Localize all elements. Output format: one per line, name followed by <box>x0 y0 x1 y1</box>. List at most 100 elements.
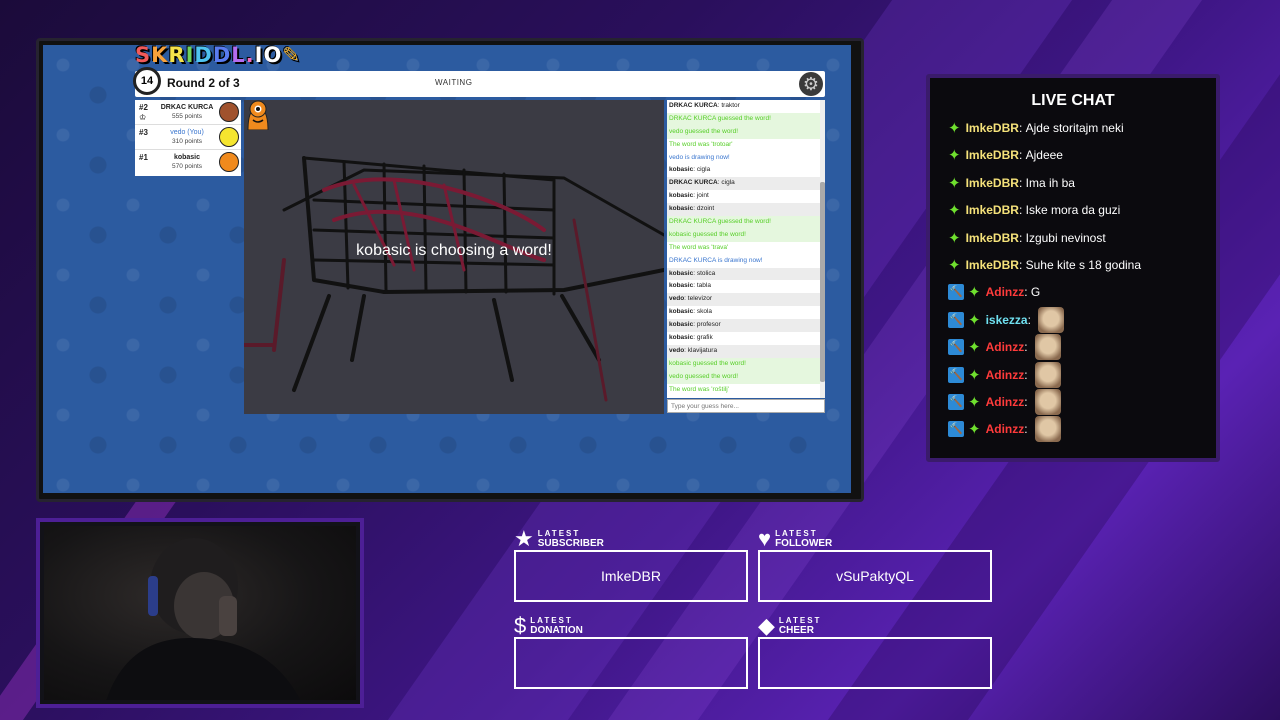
player-name: DRKAC KURCA <box>160 104 214 111</box>
drawing-canvas[interactable]: kobasic is choosing a word! <box>244 100 664 414</box>
sparkle-badge-icon: ✦ <box>968 339 981 357</box>
info-label-top: LATEST <box>537 529 581 538</box>
dollar-icon: $ <box>514 613 527 638</box>
chat-user: kobasic <box>669 205 694 213</box>
chat-text: stolica <box>696 269 716 277</box>
guess-input[interactable] <box>667 399 825 413</box>
chat-message: kobasic: joint <box>669 192 709 200</box>
chat-user: DRKAC KURCA <box>669 179 718 187</box>
live-chat-colon: : <box>1018 258 1026 272</box>
chat-message: kobasic: cigla <box>669 166 711 174</box>
chat-text: DRKAC KURCA is drawing now! <box>669 256 763 264</box>
live-chat-user: ImkeDBR <box>965 175 1019 190</box>
chat-text: cigla <box>721 179 735 187</box>
skribbl-logo: SKRIDDL.IO✎ <box>135 43 301 67</box>
sparkle-badge-icon: ✦ <box>968 421 981 439</box>
live-chat-text: Ajdeee <box>1025 148 1063 163</box>
live-chat-colon: : <box>1024 340 1031 355</box>
heart-icon: ♥ <box>758 526 772 551</box>
live-chat-text: Iske mora da guzi <box>1025 203 1121 218</box>
drawer-avatar <box>247 100 269 130</box>
live-chat-message: 🔨 ✦ Adinzz: <box>948 334 1061 361</box>
player-name: kobasic <box>173 154 201 161</box>
chat-text: tabla <box>696 282 711 290</box>
diamond-icon: ◆ <box>758 613 775 638</box>
chat-text: cigla <box>696 166 711 174</box>
live-chat-message: ✦ ImkeDBR: Ima ih ba <box>948 173 1075 193</box>
chat-user: kobasic <box>669 334 694 342</box>
game-chat[interactable]: DRKAC KURCA: traktor DRKAC KURCA guessed… <box>667 100 825 398</box>
game-chat-list: DRKAC KURCA: traktor DRKAC KURCA guessed… <box>667 100 825 397</box>
live-chat-colon: : <box>1018 230 1026 245</box>
live-chat-colon: : <box>1024 285 1031 300</box>
emote-icon <box>1038 306 1065 333</box>
chat-user: kobasic <box>669 282 694 290</box>
chat-message: kobasic: grafik <box>669 334 713 342</box>
live-chat-user: Adinzz <box>985 395 1025 409</box>
player-points: 570 points <box>172 163 202 170</box>
pencil-icon: ✎ <box>282 43 301 67</box>
live-chat-text: Izgubi nevinost <box>1025 230 1106 245</box>
info-label: SUBSCRIBER <box>537 538 604 549</box>
sparkle-badge-icon: ✦ <box>968 311 981 329</box>
sparkle-badge-icon: ✦ <box>948 147 961 165</box>
live-chat-message: ✦ ImkeDBR: Ajde storitajm neki <box>948 118 1124 138</box>
sparkle-badge-icon: ✦ <box>948 202 961 220</box>
chat-message: kobasic: dzoint <box>667 203 825 217</box>
chat-text: klavijatura <box>687 346 718 354</box>
emote-icon <box>1034 389 1061 415</box>
chat-scrollbar[interactable] <box>820 100 825 398</box>
chat-user: kobasic <box>669 192 694 200</box>
player-avatar <box>219 152 239 172</box>
chat-message: kobasic: stolica <box>667 267 825 281</box>
chat-message: kobasic guessed the word! <box>667 228 825 242</box>
clock-icon: 14 <box>133 67 161 95</box>
live-chat-text: Suhe kite s 18 godina <box>1025 258 1142 272</box>
live-chat-user: ImkeDBR <box>965 230 1019 245</box>
live-chat-user: ImkeDBR <box>965 258 1019 272</box>
logo-letter: . <box>245 43 255 67</box>
chat-message: kobasic guessed the word! <box>667 357 825 371</box>
chat-text: DRKAC KURCA guessed the word! <box>669 114 771 122</box>
player-row[interactable]: #3 vedo (You) 310 points <box>135 125 241 150</box>
chat-text: profesor <box>696 321 721 329</box>
player-row[interactable]: #1 kobasic 570 points <box>135 150 241 175</box>
live-chat-user: ImkeDBR <box>965 121 1019 135</box>
chat-message: The word was 'trava' <box>667 241 825 255</box>
webcam-feed <box>44 526 356 700</box>
chat-scroll-thumb[interactable] <box>820 182 825 382</box>
chat-user: kobasic <box>669 308 694 316</box>
chat-text: DRKAC KURCA guessed the word! <box>669 218 771 226</box>
latest-donation-header: $ LATEST DONATION <box>514 615 583 637</box>
live-chat-user: Adinzz <box>985 340 1025 355</box>
sparkle-badge-icon: ✦ <box>948 257 961 274</box>
sparkle-badge-icon: ✦ <box>948 229 961 247</box>
info-label: DONATION <box>530 625 583 636</box>
settings-button[interactable]: ⚙ <box>799 72 823 96</box>
live-chat-message: ✦ ImkeDBR: Ajdeee <box>948 145 1063 165</box>
live-chat-colon: : <box>1024 422 1031 437</box>
info-label: CHEER <box>778 625 814 636</box>
chat-message: vedo guessed the word! <box>667 125 825 139</box>
round-indicator: Round 2 of 3 <box>167 76 240 90</box>
sparkle-badge-icon: ✦ <box>948 120 961 137</box>
chat-message: kobasic: tabla <box>669 282 711 290</box>
moderator-badge-icon: 🔨 <box>948 284 964 301</box>
chat-message: DRKAC KURCA: traktor <box>669 102 740 109</box>
sparkle-badge-icon: ✦ <box>968 284 981 302</box>
player-avatar <box>219 102 239 122</box>
live-chat-colon: : <box>1018 121 1026 135</box>
gear-icon[interactable]: ⚙ <box>803 74 819 94</box>
live-chat-user: iskezza <box>985 312 1028 327</box>
chat-user: DRKAC KURCA <box>669 102 718 109</box>
player-row[interactable]: #2 ♔ DRKAC KURCA 555 points <box>135 100 241 125</box>
chat-message: The word was 'roštilj' <box>667 383 825 397</box>
webcam-frame <box>36 518 364 708</box>
latest-follower-header: ♥ LATEST FOLLOWER <box>758 528 832 550</box>
latest-subscriber-value: ImkeDBR <box>601 568 661 584</box>
moderator-badge-icon: 🔨 <box>948 394 964 410</box>
live-chat-colon: : <box>1018 148 1026 163</box>
moderator-badge-icon: 🔨 <box>948 421 964 438</box>
live-chat-message: 🔨 ✦ Adinzz: <box>948 389 1061 415</box>
chat-text: The word was 'trotoar' <box>669 140 733 148</box>
